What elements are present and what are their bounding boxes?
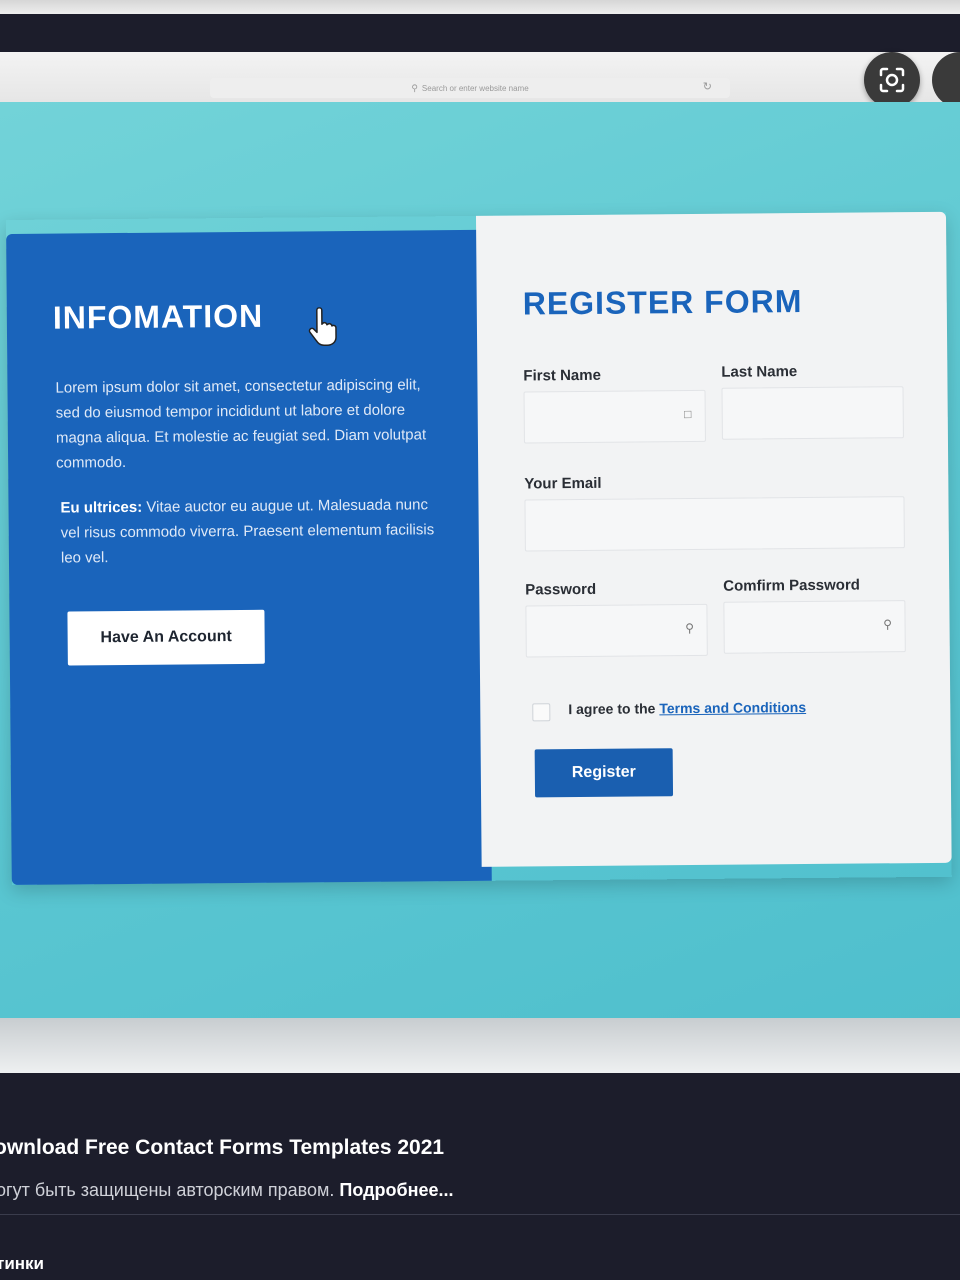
lens-icon: [879, 67, 905, 93]
reload-icon[interactable]: ↻: [703, 80, 712, 93]
terms-checkbox[interactable]: [532, 703, 551, 722]
form-title: REGISTER FORM: [522, 283, 803, 322]
more-link[interactable]: Подробнее...: [339, 1180, 453, 1200]
confirm-password-field[interactable]: ⚲: [723, 600, 906, 654]
confirm-password-label: Comfirm Password: [723, 576, 860, 595]
images-section-label[interactable]: тинки: [0, 1254, 44, 1274]
terms-agreement: I agree to the Terms and Conditions: [568, 699, 806, 717]
info-paragraph-2-bold: Eu ultrices:: [60, 498, 143, 517]
lens-search-button[interactable]: [864, 52, 920, 108]
have-account-button[interactable]: Have An Account: [67, 609, 265, 666]
register-button[interactable]: Register: [534, 748, 674, 798]
search-icon: ⚲: [411, 82, 418, 93]
info-paragraph: Lorem ipsum dolor sit amet, consectetur …: [55, 376, 427, 472]
email-field[interactable]: [524, 496, 905, 552]
screen-bezel-top: [0, 0, 960, 14]
address-placeholder: Search or enter website name: [421, 83, 529, 93]
agree-text: I agree to the: [568, 700, 660, 718]
hand-cursor-icon: [308, 307, 337, 346]
first-name-field[interactable]: □: [523, 389, 706, 444]
register-card: INFOMATION Lorem ipsum dolor sit amet, c…: [6, 211, 952, 885]
browser-toolbar: ⚲ Search or enter website name ↻: [0, 52, 960, 103]
info-panel: INFOMATION Lorem ipsum dolor sit amet, c…: [6, 229, 492, 885]
search-result-title[interactable]: ownload Free Contact Forms Templates 202…: [0, 1136, 444, 1160]
monitor-bezel-bottom: [0, 1018, 960, 1073]
key-icon: ⚲: [883, 617, 893, 632]
first-name-label: First Name: [523, 366, 601, 385]
terms-link[interactable]: Terms and Conditions: [659, 699, 806, 716]
email-label: Your Email: [524, 474, 602, 493]
key-icon: ⚲: [685, 621, 695, 636]
info-title: INFOMATION: [52, 297, 264, 336]
password-field[interactable]: ⚲: [525, 603, 708, 658]
register-form-panel: REGISTER FORM First Name □ Last Name You…: [475, 211, 952, 867]
autofill-icon: □: [684, 407, 692, 422]
search-result-subtitle: огут быть защищены авторским правом. Под…: [0, 1180, 454, 1201]
password-label: Password: [525, 580, 597, 599]
address-bar[interactable]: ⚲ Search or enter website name ↻: [210, 78, 730, 98]
last-name-field[interactable]: [721, 386, 904, 440]
info-paragraph-2: Eu ultrices: Vitae auctor eu augue ut. M…: [60, 492, 441, 570]
copyright-note: огут быть защищены авторским правом.: [0, 1180, 340, 1200]
last-name-label: Last Name: [721, 363, 798, 381]
divider: [0, 1214, 960, 1215]
